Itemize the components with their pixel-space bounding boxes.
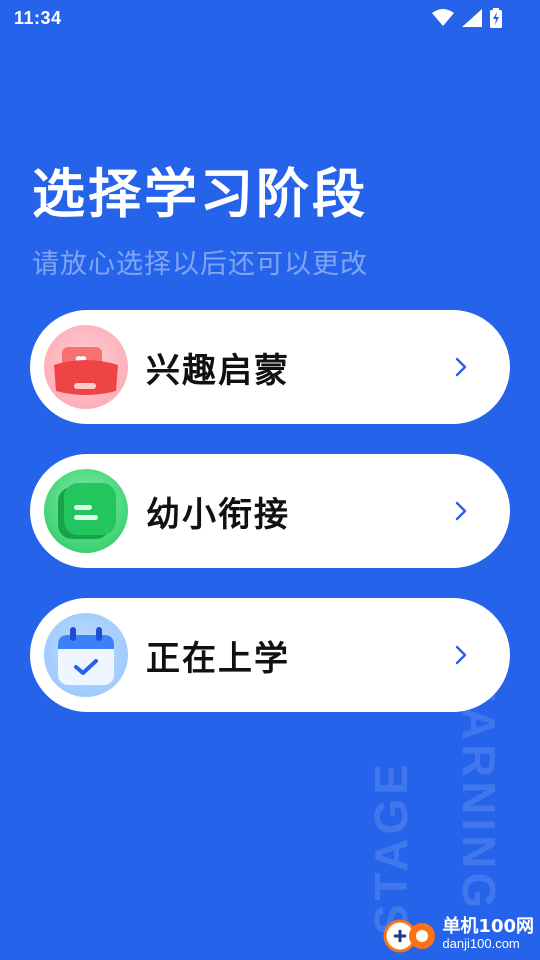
stage-label: 幼小衔接	[146, 494, 290, 535]
site-watermark: 单机100网 danji100.com	[382, 910, 534, 958]
stage-option-transition[interactable]: 幼小衔接	[30, 454, 510, 568]
background-stage-text: STAGE	[365, 760, 417, 936]
status-icons	[432, 8, 502, 28]
green-note-icon	[44, 469, 128, 553]
stage-label: 正在上学	[146, 638, 290, 679]
page-subtitle: 请放心选择以后还可以更改	[32, 249, 368, 280]
heart-pouch-icon	[44, 325, 128, 409]
stage-option-in-school[interactable]: 正在上学	[30, 598, 510, 712]
site-url: danji100.com	[442, 935, 520, 951]
calendar-check-icon	[44, 613, 128, 697]
chevron-right-icon	[455, 357, 467, 377]
battery-charging-icon	[490, 8, 502, 28]
wifi-icon	[432, 9, 454, 26]
chevron-right-icon	[455, 501, 467, 521]
stage-label: 兴趣启蒙	[146, 350, 290, 391]
chevron-right-icon	[455, 645, 467, 665]
page-title: 选择学习阶段	[32, 164, 368, 225]
status-time: 11:34	[14, 7, 62, 28]
cell-signal-icon	[462, 9, 482, 27]
stage-option-interest[interactable]: 兴趣启蒙	[30, 310, 510, 424]
site-logo-icon	[383, 919, 436, 953]
status-bar: 11:34	[0, 0, 540, 36]
site-name: 单机100网	[442, 915, 534, 937]
